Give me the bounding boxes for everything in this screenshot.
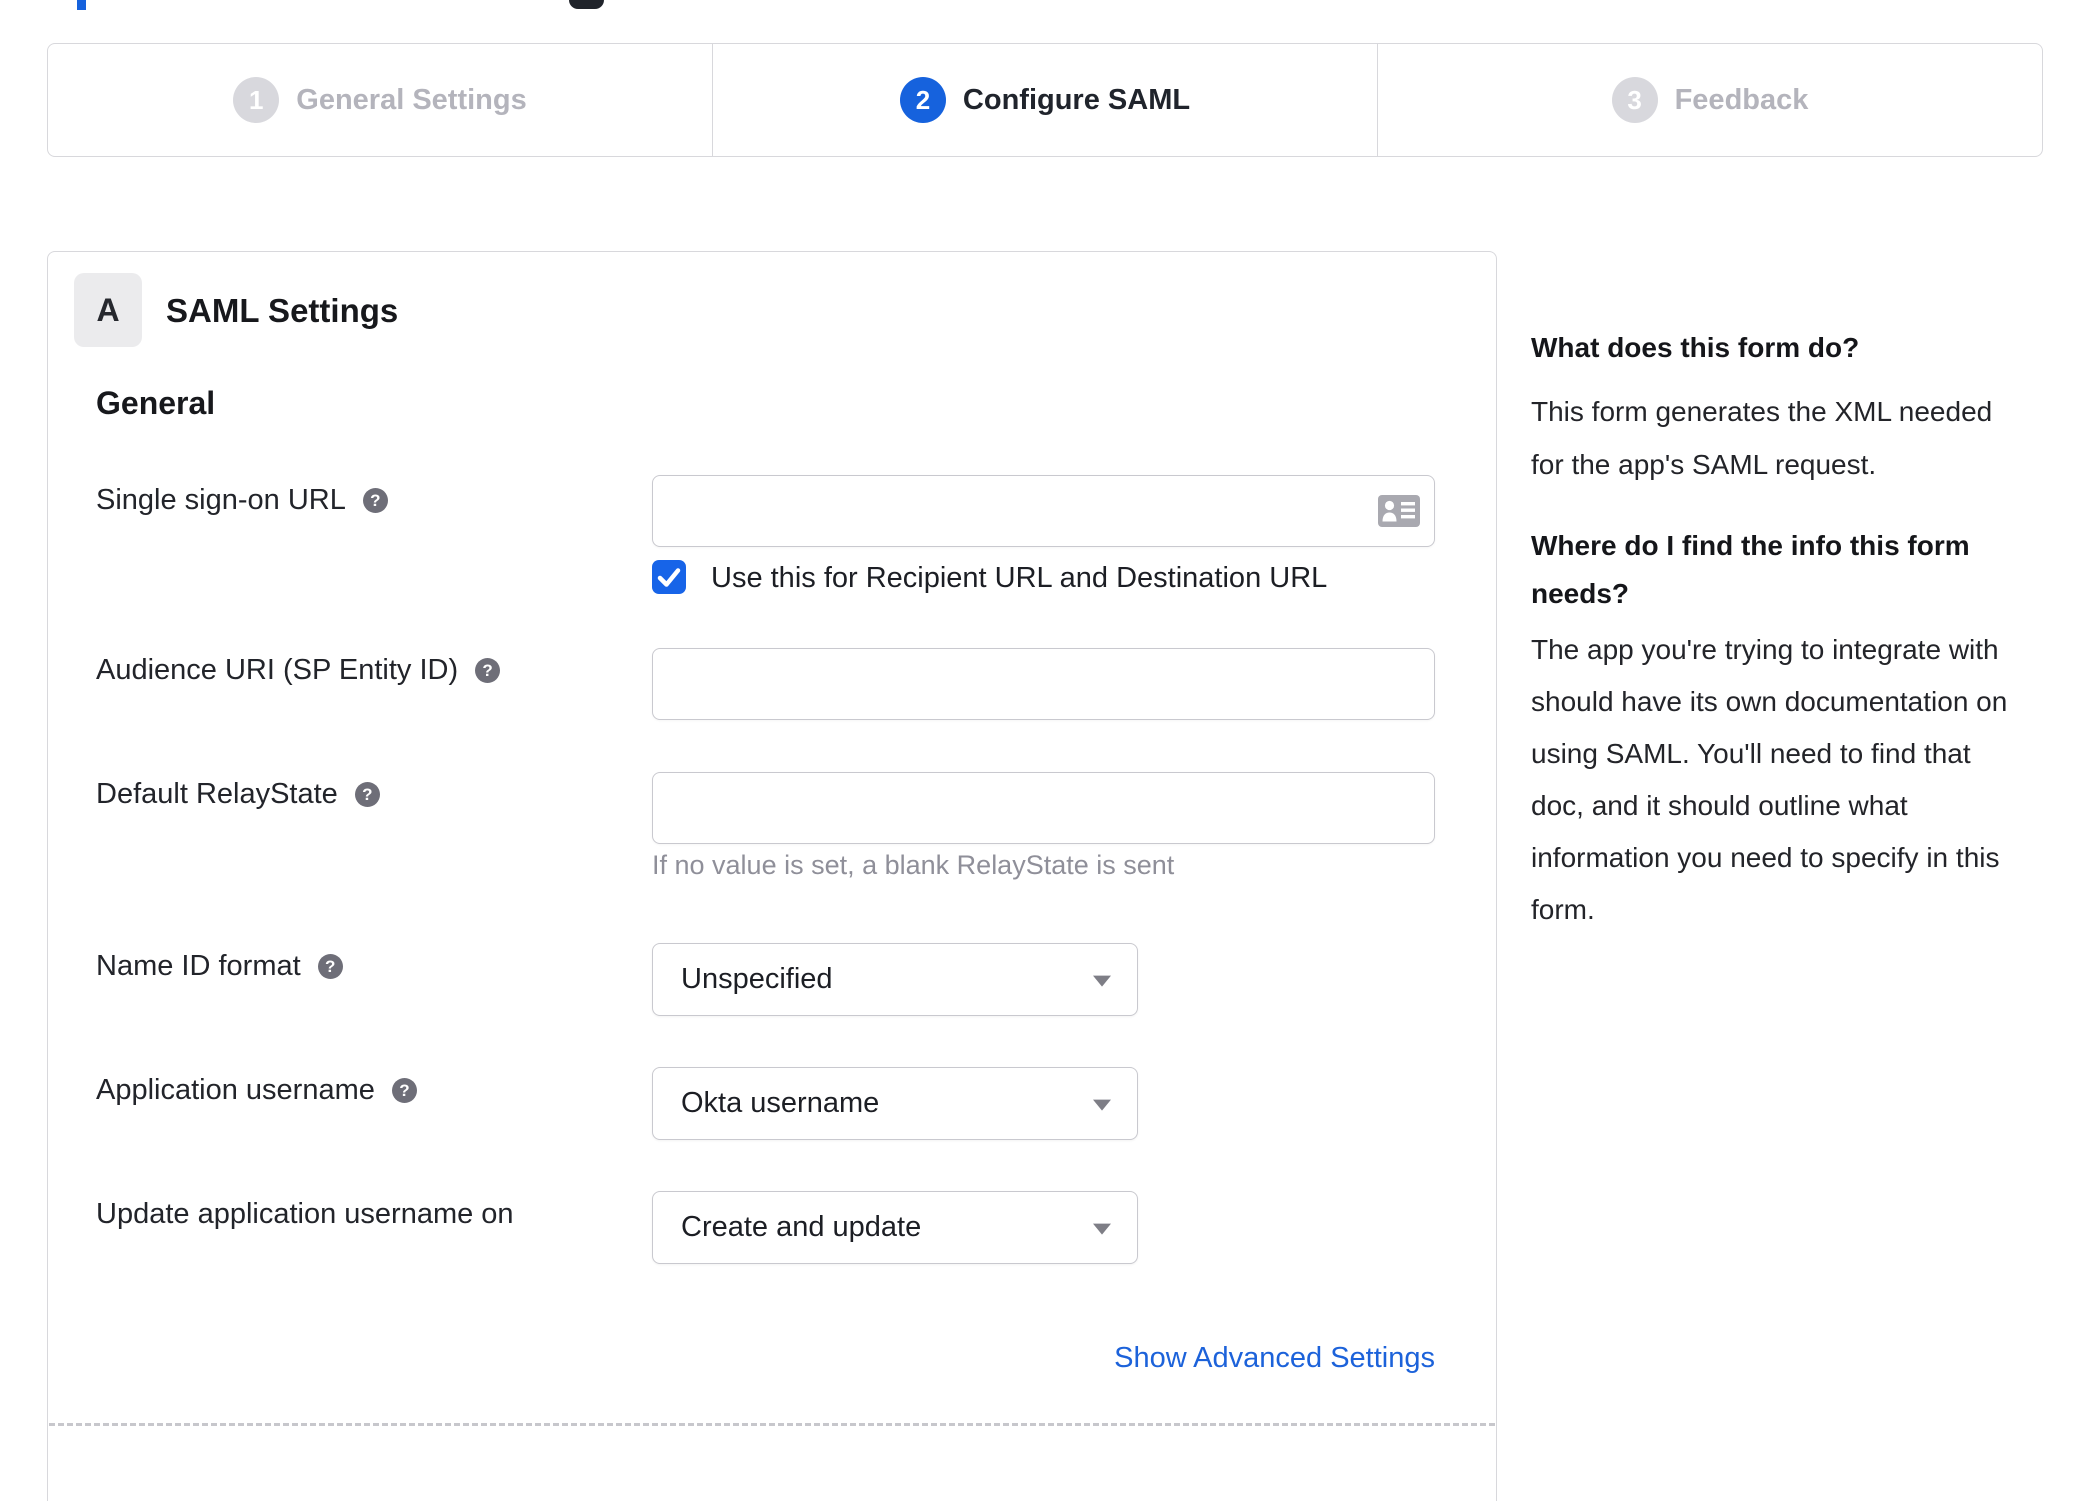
recipient-url-checkbox[interactable]: [652, 560, 686, 594]
audience-uri-label: Audience URI (SP Entity ID) ?: [96, 654, 501, 687]
audience-uri-label-text: Audience URI (SP Entity ID): [96, 654, 459, 686]
name-id-format-value: Unspecified: [681, 963, 833, 995]
sidebar-paragraph-1-line: This form generates the XML needed: [1531, 396, 1993, 427]
cropped-app-logo-fragment: [569, 0, 604, 9]
sso-url-help-icon[interactable]: ?: [362, 488, 388, 513]
panel-title: SAML Settings: [166, 292, 399, 329]
sidebar-paragraph-2-line: The app you're trying to integrate with: [1531, 634, 1999, 665]
contact-card-icon: [1378, 495, 1420, 527]
name-id-format-label-text: Name ID format: [96, 950, 301, 982]
step-general-settings[interactable]: 1 General Settings: [48, 44, 713, 156]
relay-state-help-icon[interactable]: ?: [354, 782, 380, 807]
application-username-label: Application username ?: [96, 1074, 417, 1107]
update-application-username-label: Update application username on: [96, 1198, 514, 1231]
application-username-help-icon[interactable]: ?: [391, 1078, 417, 1103]
update-application-username-select[interactable]: Create and update: [652, 1191, 1138, 1264]
sso-url-input-wrap: [652, 475, 1435, 547]
relay-state-hint: If no value is set, a blank RelayState i…: [652, 850, 1175, 880]
step-1-label: General Settings: [296, 83, 527, 116]
general-section-heading: General: [96, 385, 216, 421]
show-advanced-settings-link[interactable]: Show Advanced Settings: [652, 1342, 1435, 1375]
sidebar-question-1-title: What does this form do?: [1531, 332, 1860, 363]
recipient-url-checkbox-label: Use this for Recipient URL and Destinati…: [711, 562, 1328, 594]
name-id-format-help-icon[interactable]: ?: [317, 954, 343, 979]
sidebar-question-2-title-line: Where do I find the info this form: [1531, 530, 1970, 561]
update-application-username-value: Create and update: [681, 1211, 922, 1243]
relay-state-label-text: Default RelayState: [96, 778, 338, 810]
wizard-stepper: 1 General Settings 2 Configure SAML 3 Fe…: [47, 43, 2043, 157]
update-application-username-label-text: Update application username on: [96, 1198, 514, 1230]
sso-url-input[interactable]: [652, 475, 1435, 547]
application-username-select[interactable]: Okta username: [652, 1067, 1138, 1140]
sidebar-paragraph-2-line: should have its own documentation on: [1531, 686, 2008, 717]
caret-down-icon: [1093, 975, 1111, 987]
step-feedback[interactable]: 3 Feedback: [1378, 44, 2042, 156]
section-a-badge: A: [74, 273, 142, 347]
step-3-number-badge: 3: [1611, 77, 1658, 123]
sidebar-paragraph-2-line: form.: [1531, 894, 1595, 925]
sidebar-paragraph-1-line: for the app's SAML request.: [1531, 449, 1877, 480]
step-2-label: Configure SAML: [962, 83, 1191, 116]
caret-down-icon: [1093, 1223, 1111, 1235]
sso-url-label: Single sign-on URL ?: [96, 484, 388, 517]
application-username-label-text: Application username: [96, 1074, 375, 1106]
step-2-number-badge: 2: [899, 77, 946, 123]
step-configure-saml[interactable]: 2 Configure SAML: [713, 44, 1378, 156]
saml-settings-panel: A SAML Settings General Single sign-on U…: [47, 251, 1497, 1501]
sidebar-paragraph-2-line: using SAML. You'll need to find that: [1531, 738, 1971, 769]
relay-state-input[interactable]: [652, 772, 1435, 844]
relay-state-label: Default RelayState ?: [96, 778, 380, 811]
application-username-value: Okta username: [681, 1087, 880, 1119]
sidebar-question-2-title-line: needs?: [1531, 578, 1630, 609]
name-id-format-label: Name ID format ?: [96, 950, 343, 983]
sidebar-paragraph-2-line: doc, and it should outline what: [1531, 790, 1908, 821]
checkmark-icon: [657, 568, 681, 587]
sidebar-paragraph-2-line: information you need to specify in this: [1531, 842, 2000, 873]
sso-url-label-text: Single sign-on URL: [96, 484, 346, 516]
step-1-number-badge: 1: [233, 77, 280, 123]
name-id-format-select[interactable]: Unspecified: [652, 943, 1138, 1016]
cropped-header-blue-fragment: [77, 0, 86, 10]
caret-down-icon: [1093, 1099, 1111, 1111]
step-3-label: Feedback: [1674, 83, 1809, 116]
audience-uri-input[interactable]: [652, 648, 1435, 720]
audience-uri-help-icon[interactable]: ?: [475, 658, 501, 683]
